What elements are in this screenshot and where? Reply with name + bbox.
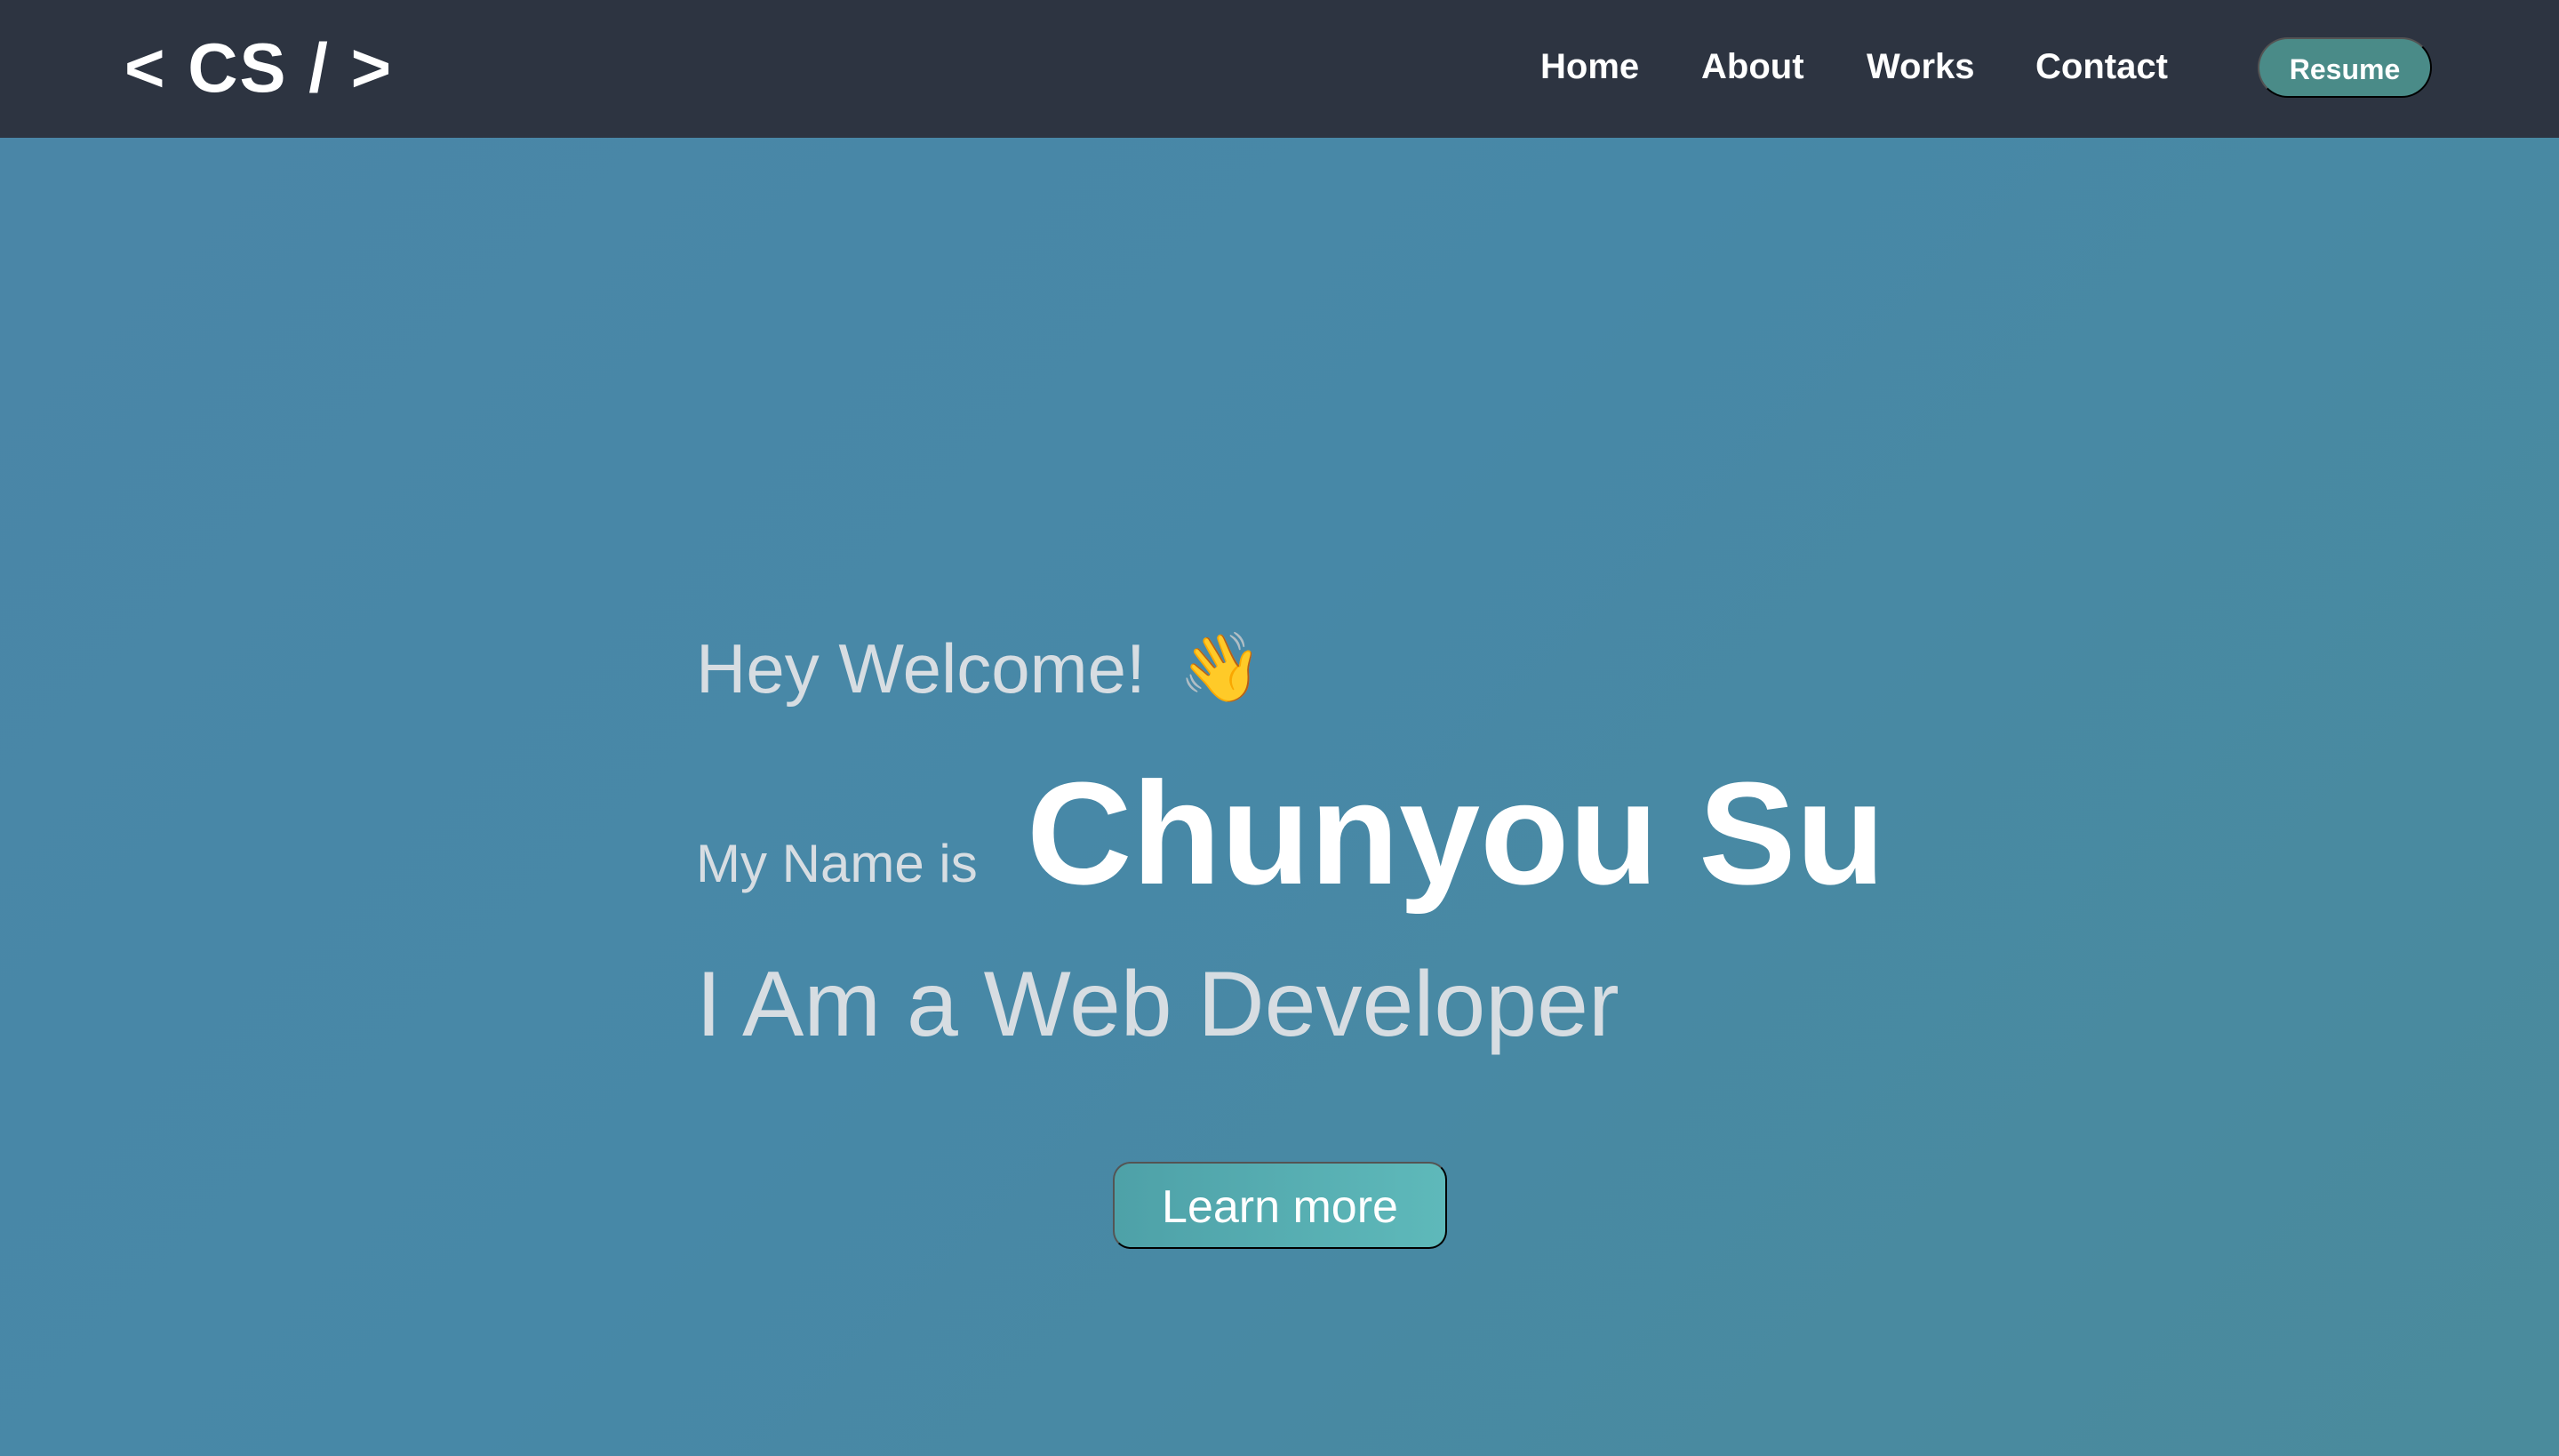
nav-link-about[interactable]: About xyxy=(1701,44,1804,89)
nav-link-works[interactable]: Works xyxy=(1867,44,1975,89)
waving-hand-icon: 👋 xyxy=(1179,630,1264,706)
top-navigation-bar: < CS / > Home About Works Contact Resume xyxy=(0,0,2559,138)
hero-section: Hey Welcome! 👋 My Name is Chunyou Su I A… xyxy=(0,138,2559,1456)
welcome-heading: Hey Welcome! 👋 xyxy=(696,627,1263,710)
site-logo[interactable]: < CS / > xyxy=(124,32,393,103)
welcome-text: Hey Welcome! xyxy=(696,629,1146,708)
resume-button[interactable]: Resume xyxy=(2258,37,2432,98)
learn-more-button[interactable]: Learn more xyxy=(1113,1162,1447,1249)
person-name: Chunyou Su xyxy=(1027,752,1885,915)
nav-link-contact[interactable]: Contact xyxy=(2035,44,2168,89)
nav-link-home[interactable]: Home xyxy=(1540,44,1639,89)
role-text: I Am a Web Developer xyxy=(696,953,1619,1056)
name-intro-text: My Name is xyxy=(696,834,978,893)
